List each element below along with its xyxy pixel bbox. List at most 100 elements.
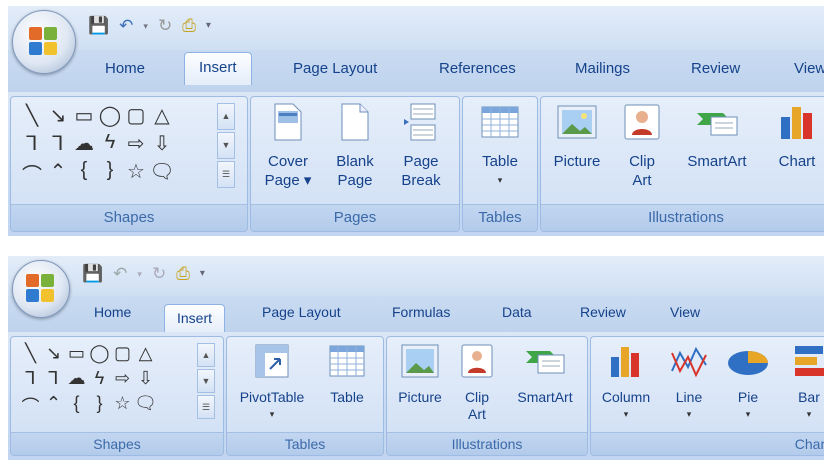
elbow-connector-icon[interactable]: ⅂ — [19, 131, 45, 159]
oval-shape-icon[interactable]: ◯ — [97, 103, 123, 131]
quick-print-icon[interactable]: ⎙ — [176, 264, 190, 284]
dropdown-icon[interactable]: ▾ — [137, 264, 142, 284]
tab-home[interactable]: Home — [94, 304, 131, 320]
picture-icon — [557, 105, 597, 139]
scroll-up-icon[interactable]: ▲ — [197, 343, 215, 367]
picture-button[interactable]: Picture — [391, 343, 449, 406]
curve-shape-icon[interactable]: ⌃ — [42, 393, 65, 418]
elbow-arrow-icon[interactable]: ⅂ — [42, 368, 65, 393]
tab-references[interactable]: References — [439, 60, 516, 77]
tables-group-label: Tables — [227, 432, 383, 455]
rectangle-shape-icon[interactable]: ▭ — [65, 343, 88, 368]
quick-print-icon[interactable]: ⎙ — [182, 16, 196, 36]
clip-art-button[interactable]: Clip Art — [453, 343, 501, 423]
oval-shape-icon[interactable]: ◯ — [88, 343, 111, 368]
triangle-shape-icon[interactable]: △ — [149, 103, 175, 131]
gallery-more-icon[interactable]: ☰ — [197, 395, 215, 419]
down-arrow-shape-icon[interactable]: ⇩ — [149, 131, 175, 159]
office-logo-icon — [29, 27, 59, 57]
tab-formulas[interactable]: Formulas — [392, 304, 450, 320]
lightning-shape-icon[interactable]: ϟ — [88, 368, 111, 393]
scroll-up-icon[interactable]: ▲ — [217, 103, 235, 130]
table-button[interactable]: Table — [319, 343, 375, 406]
table-icon — [481, 106, 519, 138]
chart-button[interactable]: Chart — [767, 103, 824, 171]
left-brace-shape-icon[interactable]: { — [65, 393, 88, 418]
rectangle-shape-icon[interactable]: ▭ — [71, 103, 97, 131]
arrow-shape-icon[interactable]: ↘ — [42, 343, 65, 368]
smartart-button[interactable]: SmartArt — [507, 343, 583, 406]
undo-icon[interactable]: ↶ — [113, 264, 127, 284]
arc-shape-icon[interactable]: ⌒ — [19, 159, 45, 187]
pie-chart-button[interactable]: Pie ▾ — [723, 343, 773, 423]
tab-insert[interactable]: Insert — [184, 52, 252, 85]
undo-icon[interactable]: ↶ — [119, 16, 133, 36]
ribbon-tab-row: Home Insert Page Layout References Maili… — [8, 50, 824, 93]
smartart-button[interactable]: SmartArt — [677, 103, 757, 171]
line-chart-button[interactable]: Line ▾ — [663, 343, 715, 423]
tab-review[interactable]: Review — [691, 60, 740, 77]
left-brace-shape-icon[interactable]: { — [71, 159, 97, 187]
page-break-icon — [404, 103, 436, 141]
rounded-rect-shape-icon[interactable]: ▢ — [111, 343, 134, 368]
tab-home[interactable]: Home — [105, 60, 145, 77]
redo-icon[interactable]: ↻ — [152, 264, 166, 284]
table-button[interactable]: Table ▾ — [469, 103, 531, 190]
tab-view[interactable]: View — [794, 60, 824, 77]
cover-page-button[interactable]: Cover Page ▾ — [257, 103, 319, 190]
save-icon[interactable]: 💾 — [88, 16, 109, 36]
freeform-shape-icon[interactable]: ☁ — [65, 368, 88, 393]
column-chart-button[interactable]: Column ▾ — [595, 343, 657, 423]
scroll-down-icon[interactable]: ▼ — [217, 132, 235, 159]
office-button[interactable] — [12, 260, 70, 318]
scroll-down-icon[interactable]: ▼ — [197, 369, 215, 393]
star-shape-icon[interactable]: ☆ — [123, 159, 149, 187]
callout-shape-icon[interactable]: 🗨 — [149, 159, 175, 187]
right-brace-shape-icon[interactable]: } — [88, 393, 111, 418]
tab-mailings[interactable]: Mailings — [575, 60, 630, 77]
title-bar: 💾 ↶ ▾ ↻ ⎙ ▾ — [8, 256, 824, 296]
bar-chart-button[interactable]: Bar ▾ — [787, 343, 824, 423]
customize-qat-icon[interactable]: ▾ — [200, 264, 205, 284]
save-icon[interactable]: 💾 — [82, 264, 103, 284]
line-shape-icon[interactable]: ╲ — [19, 343, 42, 368]
tab-page-layout[interactable]: Page Layout — [293, 60, 377, 77]
ribbon-body: ╲ ↘ ▭ ◯ ▢ △ ⅂ ⅂ ☁ ϟ ⇨ ⇩ ⌒ ⌃ { } ☆ 🗨 ▲ ▼ … — [8, 92, 824, 236]
triangle-shape-icon[interactable]: △ — [134, 343, 157, 368]
customize-qat-icon[interactable]: ▾ — [206, 16, 211, 36]
tab-data[interactable]: Data — [502, 304, 532, 320]
star-shape-icon[interactable]: ☆ — [111, 393, 134, 418]
tab-review[interactable]: Review — [580, 304, 626, 320]
excel-ribbon: 💾 ↶ ▾ ↻ ⎙ ▾ Home Insert Page Layout Form… — [8, 256, 824, 460]
dropdown-icon[interactable]: ▾ — [143, 16, 148, 36]
line-shape-icon[interactable]: ╲ — [19, 103, 45, 131]
tab-page-layout[interactable]: Page Layout — [262, 304, 341, 320]
right-brace-shape-icon[interactable]: } — [97, 159, 123, 187]
tab-view[interactable]: View — [670, 304, 700, 320]
arc-shape-icon[interactable]: ⌒ — [19, 393, 42, 418]
redo-icon[interactable]: ↻ — [158, 16, 172, 36]
lightning-shape-icon[interactable]: ϟ — [97, 131, 123, 159]
pages-group: Cover Page ▾ Blank Page Page Break Pages — [250, 96, 460, 232]
down-arrow-shape-icon[interactable]: ⇩ — [134, 368, 157, 393]
elbow-arrow-icon[interactable]: ⅂ — [45, 131, 71, 159]
callout-shape-icon[interactable]: 🗨 — [134, 393, 157, 418]
blank-page-button[interactable]: Blank Page — [325, 103, 385, 190]
page-break-button[interactable]: Page Break — [391, 103, 451, 190]
arrow-shape-icon[interactable]: ↘ — [45, 103, 71, 131]
picture-icon — [401, 344, 439, 378]
right-arrow-shape-icon[interactable]: ⇨ — [123, 131, 149, 159]
clip-art-button[interactable]: Clip Art — [615, 103, 669, 190]
elbow-connector-icon[interactable]: ⅂ — [19, 368, 42, 393]
pie-chart-icon — [728, 351, 768, 375]
picture-button[interactable]: Picture — [545, 103, 609, 171]
pivot-table-button[interactable]: PivotTable ▾ — [231, 343, 313, 423]
gallery-more-icon[interactable]: ☰ — [217, 161, 235, 188]
right-arrow-shape-icon[interactable]: ⇨ — [111, 368, 134, 393]
office-button[interactable] — [12, 10, 76, 74]
tab-insert[interactable]: Insert — [164, 304, 226, 334]
freeform-shape-icon[interactable]: ☁ — [71, 131, 97, 159]
column-chart-icon — [611, 347, 639, 377]
curve-shape-icon[interactable]: ⌃ — [45, 159, 71, 187]
rounded-rect-shape-icon[interactable]: ▢ — [123, 103, 149, 131]
